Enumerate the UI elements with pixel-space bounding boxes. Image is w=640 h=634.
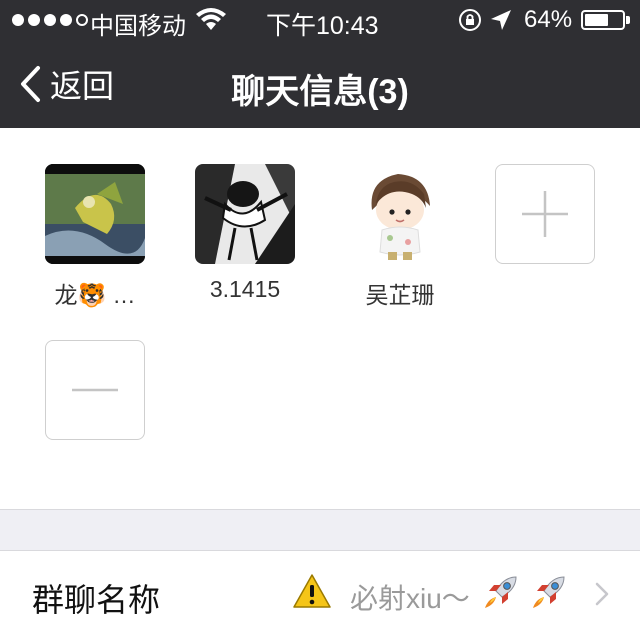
carrier-name: 中国移动 bbox=[90, 13, 186, 40]
battery-percent: 64% bbox=[524, 6, 573, 33]
member-item[interactable]: 3.1415 bbox=[195, 164, 295, 303]
group-name-value: 必射xiu～ bbox=[350, 583, 470, 614]
back-label: 返回 bbox=[50, 68, 115, 104]
member-avatar bbox=[195, 164, 295, 264]
remove-member-button[interactable] bbox=[45, 340, 145, 440]
member-name: 吴芷珊 bbox=[365, 282, 435, 308]
location-arrow-icon bbox=[491, 10, 511, 30]
top-bar: 中国移动 下午10:43 64% 返回 聊天信息(3) bbox=[0, 0, 640, 128]
member-grid: 龙🐯 … 3.1415 吴芷珊 bbox=[0, 128, 640, 509]
group-name-row[interactable]: 群聊名称 必射xiu～ bbox=[0, 551, 640, 634]
battery-level-fill bbox=[585, 14, 608, 26]
status-bar: 中国移动 下午10:43 64% bbox=[0, 0, 640, 40]
navigation-bar: 返回 聊天信息(3) bbox=[0, 40, 640, 128]
member-name: 3.1415 bbox=[209, 276, 281, 302]
add-member-button[interactable] bbox=[495, 164, 595, 264]
wifi-icon bbox=[196, 8, 226, 30]
group-name-label: 群聊名称 bbox=[32, 582, 161, 618]
clock: 下午10:43 bbox=[266, 12, 379, 40]
chevron-left-icon bbox=[21, 66, 40, 102]
rocket-icon bbox=[485, 576, 517, 608]
member-avatar bbox=[350, 164, 450, 264]
chevron-right-icon bbox=[595, 582, 609, 606]
plus-icon bbox=[522, 191, 568, 237]
minus-icon bbox=[72, 388, 118, 392]
section-divider bbox=[0, 509, 640, 551]
back-button[interactable]: 返回 bbox=[18, 62, 114, 106]
member-avatar bbox=[45, 164, 145, 264]
cellular-signal-icon bbox=[12, 14, 88, 26]
warning-icon bbox=[293, 574, 331, 608]
battery-icon bbox=[581, 10, 630, 30]
member-name: 龙🐯 … bbox=[54, 282, 136, 308]
member-item[interactable]: 吴芷珊 bbox=[350, 164, 450, 310]
member-item[interactable]: 龙🐯 … bbox=[45, 164, 145, 310]
rocket-icon bbox=[533, 576, 565, 608]
rotation-lock-icon bbox=[459, 9, 481, 31]
